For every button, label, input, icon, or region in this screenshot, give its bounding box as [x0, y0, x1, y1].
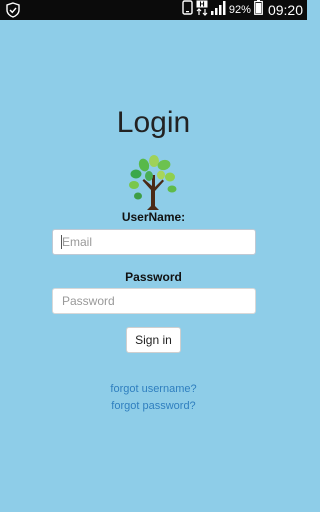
phone-icon [182, 0, 193, 20]
text-cursor [61, 235, 62, 249]
sign-in-button[interactable]: Sign in [126, 327, 181, 353]
signal-icon [210, 0, 226, 20]
status-bar: H 92% 09:20 [0, 0, 307, 20]
password-label: Password [125, 270, 182, 284]
network-type-label: H [199, 1, 204, 8]
password-input[interactable] [52, 288, 256, 314]
clock: 09:20 [267, 2, 303, 18]
username-label: UserName: [121, 210, 186, 224]
tree-logo-icon [124, 155, 182, 211]
page-title: Login [116, 106, 191, 139]
battery-icon [254, 0, 263, 20]
battery-percent: 92% [228, 4, 251, 16]
forgot-password-link[interactable]: forgot password? [0, 400, 307, 412]
forgot-username-link[interactable]: forgot username? [0, 383, 307, 395]
email-input[interactable] [52, 229, 256, 255]
data-arrows-icon: H [196, 0, 208, 21]
status-icons: H 92% 09:20 [182, 0, 303, 20]
shield-notification-icon [5, 2, 21, 18]
